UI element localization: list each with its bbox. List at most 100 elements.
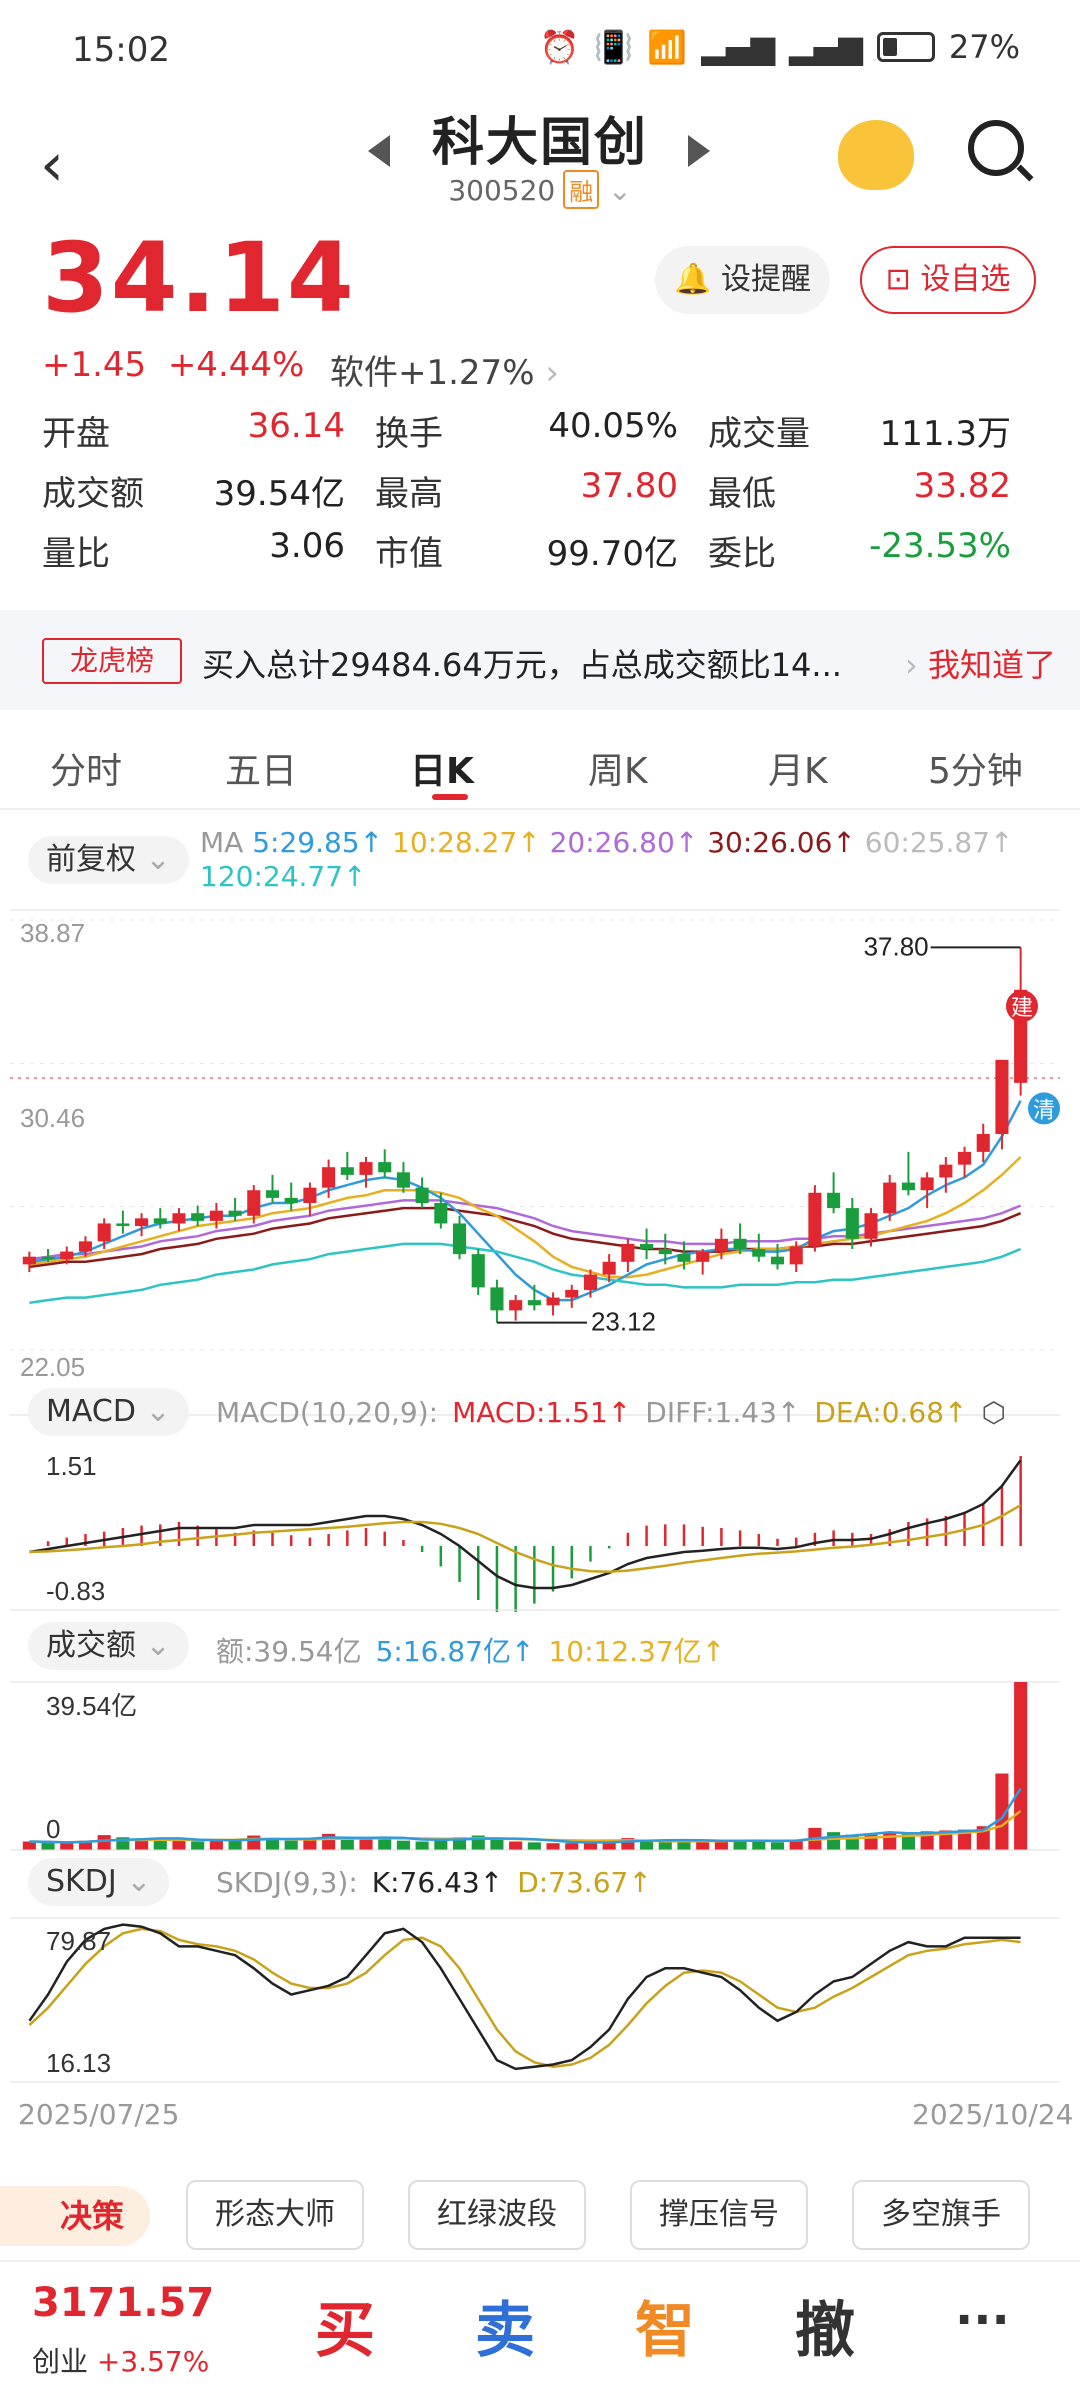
tab-monthly-k[interactable]: 月K	[768, 742, 828, 794]
active-tab-indicator	[432, 794, 468, 800]
skdj-y-bottom: 16.13	[46, 2048, 111, 2078]
banner-dismiss[interactable]: › 我知道了	[905, 640, 1056, 686]
more-button[interactable]: ···	[955, 2292, 1010, 2348]
stats-row: 量比 3.06 市值 99.70亿 委比 -23.53%	[42, 520, 1042, 580]
vol-ma5: 5:16.87亿↑	[375, 1635, 535, 1668]
volume-bar	[527, 1842, 541, 1850]
chevron-right-icon: ›	[545, 353, 559, 393]
current-price: 34.14	[42, 222, 356, 334]
quote-stats: 开盘 36.14 换手 40.05% 成交量 111.3万 成交额 39.54亿 最高 37.80…	[42, 400, 1042, 580]
settings-icon[interactable]: ⬡	[982, 1396, 1006, 1429]
sector-link[interactable]: 软件+1.27% ›	[330, 345, 559, 394]
stat-cell: 委比 -23.53%	[708, 526, 1041, 575]
tool-support-signal[interactable]: 撑压信号	[630, 2180, 808, 2250]
skdj-k: K:76.43↑	[371, 1866, 504, 1899]
volume-bar	[135, 1839, 149, 1850]
banner-text: 买入总计29484.64万元，占总成交额比14...	[202, 646, 842, 684]
index-value[interactable]: 3171.57	[32, 2280, 214, 2326]
candle-body	[640, 1243, 654, 1250]
macd-y-top: 1.51	[46, 1451, 97, 1481]
tool-pattern-master[interactable]: 形态大师	[186, 2180, 364, 2250]
next-stock-icon[interactable]	[688, 135, 710, 167]
dragon-tiger-banner[interactable]: 龙虎榜 买入总计29484.64万元，占总成交额比14... › 我知道了	[0, 610, 1080, 710]
date-end: 2025/10/24	[912, 2098, 1074, 2131]
tab-daily-k[interactable]: 日K	[410, 742, 474, 794]
tab-weekly-k[interactable]: 周K	[588, 742, 648, 794]
volume-bar	[677, 1841, 691, 1850]
chevron-down-icon: ⌄	[126, 1864, 152, 1899]
margin-badge: 融	[563, 170, 600, 209]
set-alert-button[interactable]: 🔔 设提醒	[655, 246, 830, 314]
trade-footer: 3171.57 创业 +3.57% 买 卖 智 撤 ···	[0, 2260, 1080, 2400]
stock-code-row[interactable]: 300520 融 ⌄	[0, 170, 1080, 209]
divider	[0, 808, 1080, 810]
chevron-down-icon: ⌄	[608, 174, 632, 207]
stat-cell: 最高 37.80	[375, 466, 708, 515]
volume-y-bottom: 0	[46, 1814, 60, 1844]
macd-selector[interactable]: MACD ⌄	[28, 1388, 189, 1436]
candle-body	[583, 1274, 598, 1290]
candle-body	[677, 1254, 691, 1262]
banner-tag: 龙虎榜	[42, 638, 182, 684]
ma-label: MA	[200, 826, 253, 859]
skdj-d: D:73.67↑	[517, 1866, 652, 1899]
candle-body	[228, 1210, 242, 1216]
stat-label: 最低	[708, 473, 776, 514]
sell-button[interactable]: 卖	[475, 2282, 535, 2369]
stat-label: 量比	[42, 533, 110, 574]
candle-body	[827, 1192, 841, 1209]
volume-bar	[172, 1840, 186, 1850]
buy-button[interactable]: 买	[315, 2282, 375, 2369]
stat-label: 成交额	[42, 473, 144, 514]
banner-dismiss-label: 我知道了	[927, 646, 1056, 684]
chart-area[interactable]: 38.87 30.46 22.05 37.80 23.12 建清 1.51 -0.83 39.5…	[0, 900, 1080, 2130]
candle-body	[770, 1256, 785, 1265]
stat-label: 成交量	[708, 413, 810, 454]
period-tabs: 分时 五日 日K 周K 月K 5分钟	[0, 730, 1080, 810]
index-change: +3.57%	[96, 2345, 210, 2378]
adjust-selector[interactable]: 前复权 ⌄	[28, 836, 189, 884]
volume-label: 成交额	[46, 1628, 136, 1663]
add-favorite-button[interactable]: ⊡ 设自选	[860, 246, 1036, 314]
tab-five-day[interactable]: 五日	[225, 742, 297, 794]
volume-bar	[565, 1843, 579, 1850]
candle-body	[116, 1223, 130, 1227]
decision-button[interactable]: 决策	[0, 2186, 150, 2246]
mascot-icon[interactable]	[838, 120, 914, 190]
skdj-selector[interactable]: SKDJ ⌄	[28, 1858, 170, 1906]
index-name: 创业	[32, 2345, 89, 2378]
volume-bar	[60, 1843, 74, 1850]
tool-long-short[interactable]: 多空旗手	[852, 2180, 1030, 2250]
prev-stock-icon[interactable]	[368, 135, 390, 167]
skdj-d-line	[28, 1927, 1021, 2068]
stat-cell: 成交量 111.3万	[708, 406, 1041, 455]
candle-body	[265, 1190, 280, 1198]
volume-bar	[696, 1841, 710, 1850]
volume-bar	[396, 1840, 410, 1850]
tab-5min[interactable]: 5分钟	[928, 742, 1023, 794]
add-favorite-label: 设自选	[920, 262, 1011, 297]
stat-value: 37.80	[580, 465, 678, 506]
search-icon[interactable]	[968, 120, 1024, 176]
battery-icon	[876, 32, 935, 62]
candle-body	[191, 1213, 205, 1221]
candle-body	[696, 1251, 710, 1262]
stats-row: 开盘 36.14 换手 40.05% 成交量 111.3万	[42, 400, 1042, 460]
tab-intraday[interactable]: 分时	[50, 742, 122, 794]
signal-icon-2: ▂▄▆	[789, 28, 863, 66]
skdj-y-top: 79.87	[46, 1926, 111, 1956]
ma120-line	[29, 1242, 1022, 1304]
cancel-button[interactable]: 撤	[795, 2282, 855, 2369]
buy-badge-label: 建	[1011, 995, 1033, 1020]
smart-button[interactable]: 智	[635, 2282, 695, 2369]
volume-bar	[378, 1838, 392, 1850]
stat-value: 3.06	[269, 525, 345, 566]
macd-value: MACD:1.51↑	[452, 1396, 632, 1429]
wifi-icon: 📶	[647, 28, 688, 66]
stat-value: 111.3万	[879, 413, 1011, 454]
tool-red-green-band[interactable]: 红绿波段	[408, 2180, 586, 2250]
y-mid-label: 30.46	[20, 1103, 85, 1133]
volume-selector[interactable]: 成交额 ⌄	[28, 1622, 189, 1670]
candle-body	[452, 1223, 467, 1255]
candle-body	[546, 1297, 560, 1306]
